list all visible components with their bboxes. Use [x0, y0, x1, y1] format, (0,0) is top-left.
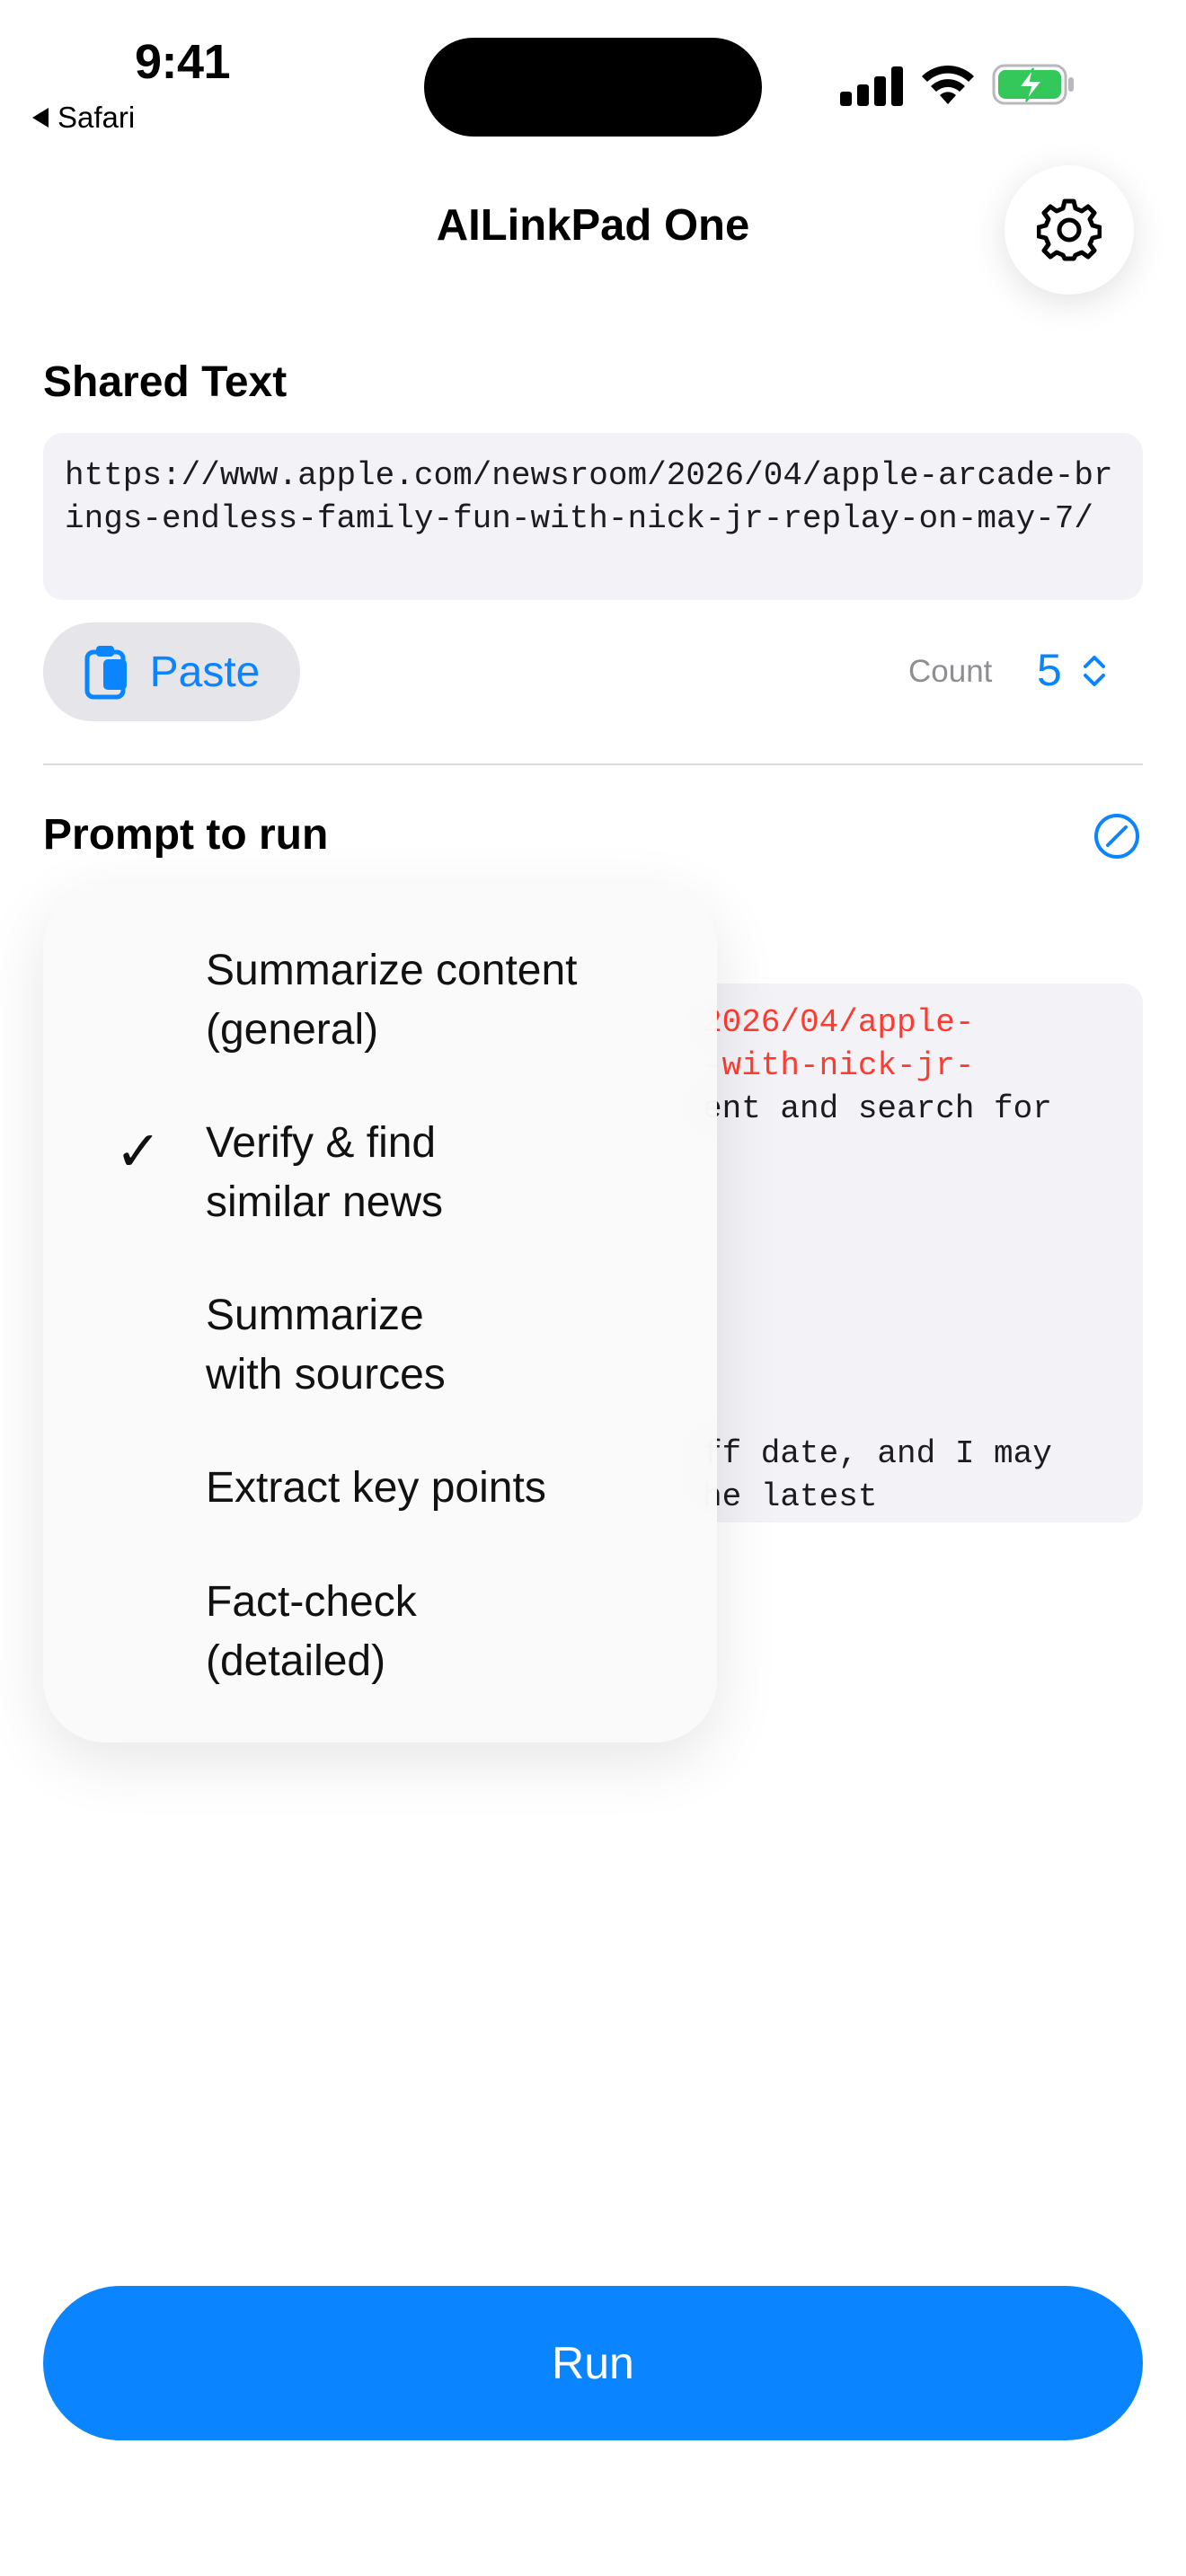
run-button[interactable]: Run [43, 2286, 1143, 2440]
back-label: Safari [58, 101, 136, 134]
menu-item-label: Summarize content [206, 947, 578, 994]
cellular-signal-icon [840, 65, 903, 106]
prompt-menu: Summarize content (general) ✓ Verify & f… [43, 885, 717, 1742]
menu-item-label: Extract key points [206, 1464, 546, 1512]
settings-button[interactable] [1005, 165, 1134, 295]
back-arrow-icon [32, 108, 49, 128]
status-time: 9:41 [135, 35, 231, 89]
run-label: Run [552, 2338, 634, 2388]
checkmark-icon: ✓ [115, 1121, 162, 1183]
menu-item-label: with sources [206, 1351, 446, 1398]
shared-text-field[interactable]: https://www.apple.com/newsroom/2026/04/a… [43, 433, 1143, 600]
prompt-heading: Prompt to run [43, 811, 329, 859]
menu-item-label: Summarize [206, 1292, 424, 1339]
menu-item-label: (detailed) [206, 1637, 386, 1685]
menu-item-label: Fact-check [206, 1578, 417, 1626]
gear-icon [1037, 198, 1102, 261]
shared-text-value: https://www.apple.com/newsroom/2026/04/a… [65, 457, 1113, 537]
menu-item-label: Verify & find [206, 1119, 437, 1167]
clipboard-icon [84, 646, 127, 700]
paste-button[interactable]: Paste [43, 622, 300, 721]
back-to-safari-link[interactable]: Safari [32, 101, 135, 135]
battery-charging-icon [992, 64, 1074, 105]
count-value[interactable]: 5 [1037, 644, 1062, 696]
shared-text-heading: Shared Text [43, 358, 288, 406]
stepper-chevrons-icon[interactable] [1076, 648, 1112, 693]
menu-item-label: similar news [206, 1178, 444, 1226]
dynamic-island [424, 38, 762, 137]
count-label: Count [908, 654, 993, 689]
menu-item-label: (general) [206, 1006, 379, 1054]
paste-label: Paste [149, 648, 261, 696]
edit-prompt-icon[interactable] [1093, 813, 1140, 860]
wifi-icon [922, 65, 974, 104]
section-divider [43, 763, 1143, 765]
